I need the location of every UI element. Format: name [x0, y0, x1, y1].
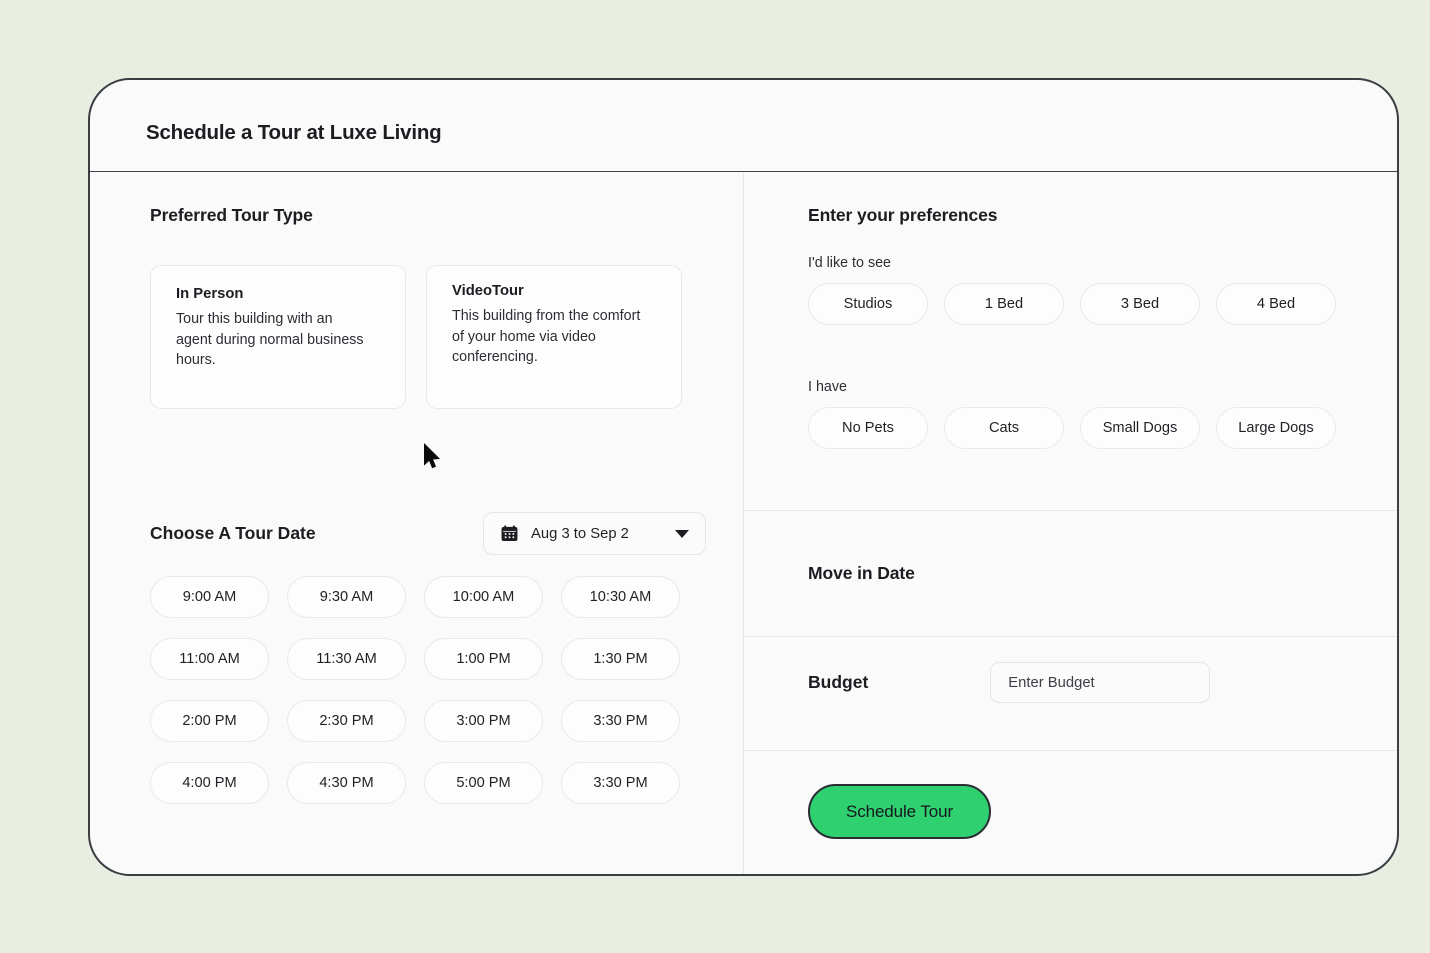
- time-slot[interactable]: 10:30 AM: [561, 576, 680, 618]
- chevron-down-icon: [675, 529, 689, 538]
- bedrooms-preference-block: I'd like to see Studios 1 Bed 3 Bed 4 Be…: [808, 255, 1348, 325]
- time-slot[interactable]: 11:00 AM: [150, 638, 269, 680]
- pets-label: I have: [808, 379, 847, 395]
- calendar-icon: [501, 525, 518, 542]
- card-body: Preferred Tour Type In Person Tour this …: [90, 172, 1397, 874]
- bedroom-chip-3-bed[interactable]: 3 Bed: [1080, 283, 1200, 325]
- time-slot[interactable]: 4:00 PM: [150, 762, 269, 804]
- time-slot[interactable]: 3:00 PM: [424, 700, 543, 742]
- time-slot[interactable]: 2:00 PM: [150, 700, 269, 742]
- left-column: Preferred Tour Type In Person Tour this …: [90, 172, 744, 874]
- preferred-tour-type-heading: Preferred Tour Type: [150, 205, 313, 225]
- page-title: Schedule a Tour at Luxe Living: [146, 121, 442, 144]
- tour-date-value: Aug 3 to Sep 2: [531, 525, 629, 542]
- time-slot[interactable]: 9:30 AM: [287, 576, 406, 618]
- bedroom-chip-4-bed[interactable]: 4 Bed: [1216, 283, 1336, 325]
- tour-type-card-in-person[interactable]: In Person Tour this building with an age…: [150, 265, 406, 409]
- schedule-tour-card: Schedule a Tour at Luxe Living Preferred…: [88, 78, 1399, 876]
- right-column: Enter your preferences I'd like to see S…: [744, 172, 1397, 874]
- tour-type-title: VideoTour: [452, 283, 524, 299]
- submit-area: Schedule Tour: [808, 784, 991, 839]
- schedule-tour-button[interactable]: Schedule Tour: [808, 784, 991, 839]
- section-divider: [744, 510, 1397, 511]
- budget-row: Budget: [808, 662, 1348, 703]
- budget-input[interactable]: [990, 662, 1211, 703]
- section-divider: [744, 636, 1397, 637]
- section-divider: [744, 750, 1397, 751]
- time-slot[interactable]: 1:30 PM: [561, 638, 680, 680]
- time-slot[interactable]: 3:30 PM: [561, 700, 680, 742]
- tour-type-description: Tour this building with an agent during …: [176, 311, 364, 369]
- time-slot[interactable]: 4:30 PM: [287, 762, 406, 804]
- tour-date-dropdown[interactable]: Aug 3 to Sep 2: [483, 512, 706, 555]
- bedrooms-label: I'd like to see: [808, 255, 891, 271]
- tour-type-description: This building from the comfort of your h…: [452, 308, 641, 366]
- time-slot[interactable]: 9:00 AM: [150, 576, 269, 618]
- time-slot[interactable]: 10:00 AM: [424, 576, 543, 618]
- preferences-heading: Enter your preferences: [808, 205, 998, 225]
- pets-chip-large-dogs[interactable]: Large Dogs: [1216, 407, 1336, 449]
- time-slot[interactable]: 5:00 PM: [424, 762, 543, 804]
- bedrooms-chip-row: Studios 1 Bed 3 Bed 4 Bed: [808, 283, 1348, 325]
- move-in-date-heading: Move in Date: [808, 563, 915, 583]
- tour-type-title: In Person: [176, 286, 244, 302]
- pets-chip-row: No Pets Cats Small Dogs Large Dogs: [808, 407, 1348, 449]
- tour-type-card-video-tour[interactable]: VideoTour This building from the comfort…: [426, 265, 682, 409]
- tour-date-row: Choose A Tour Date Aug 3 to Sep 2: [150, 512, 706, 555]
- time-slot[interactable]: 1:00 PM: [424, 638, 543, 680]
- time-slot[interactable]: 11:30 AM: [287, 638, 406, 680]
- pets-preference-block: I have No Pets Cats Small Dogs Large Dog…: [808, 379, 1348, 449]
- time-slot[interactable]: 3:30 PM: [561, 762, 680, 804]
- tour-type-options: In Person Tour this building with an age…: [150, 265, 682, 409]
- pets-chip-no-pets[interactable]: No Pets: [808, 407, 928, 449]
- bedroom-chip-1-bed[interactable]: 1 Bed: [944, 283, 1064, 325]
- time-slot-grid: 9:00 AM 9:30 AM 10:00 AM 10:30 AM 11:00 …: [150, 576, 706, 804]
- time-slot[interactable]: 2:30 PM: [287, 700, 406, 742]
- bedroom-chip-studios[interactable]: Studios: [808, 283, 928, 325]
- pets-chip-small-dogs[interactable]: Small Dogs: [1080, 407, 1200, 449]
- budget-label: Budget: [808, 672, 869, 692]
- pets-chip-cats[interactable]: Cats: [944, 407, 1064, 449]
- card-header: Schedule a Tour at Luxe Living: [90, 80, 1397, 172]
- choose-tour-date-label: Choose A Tour Date: [150, 523, 316, 543]
